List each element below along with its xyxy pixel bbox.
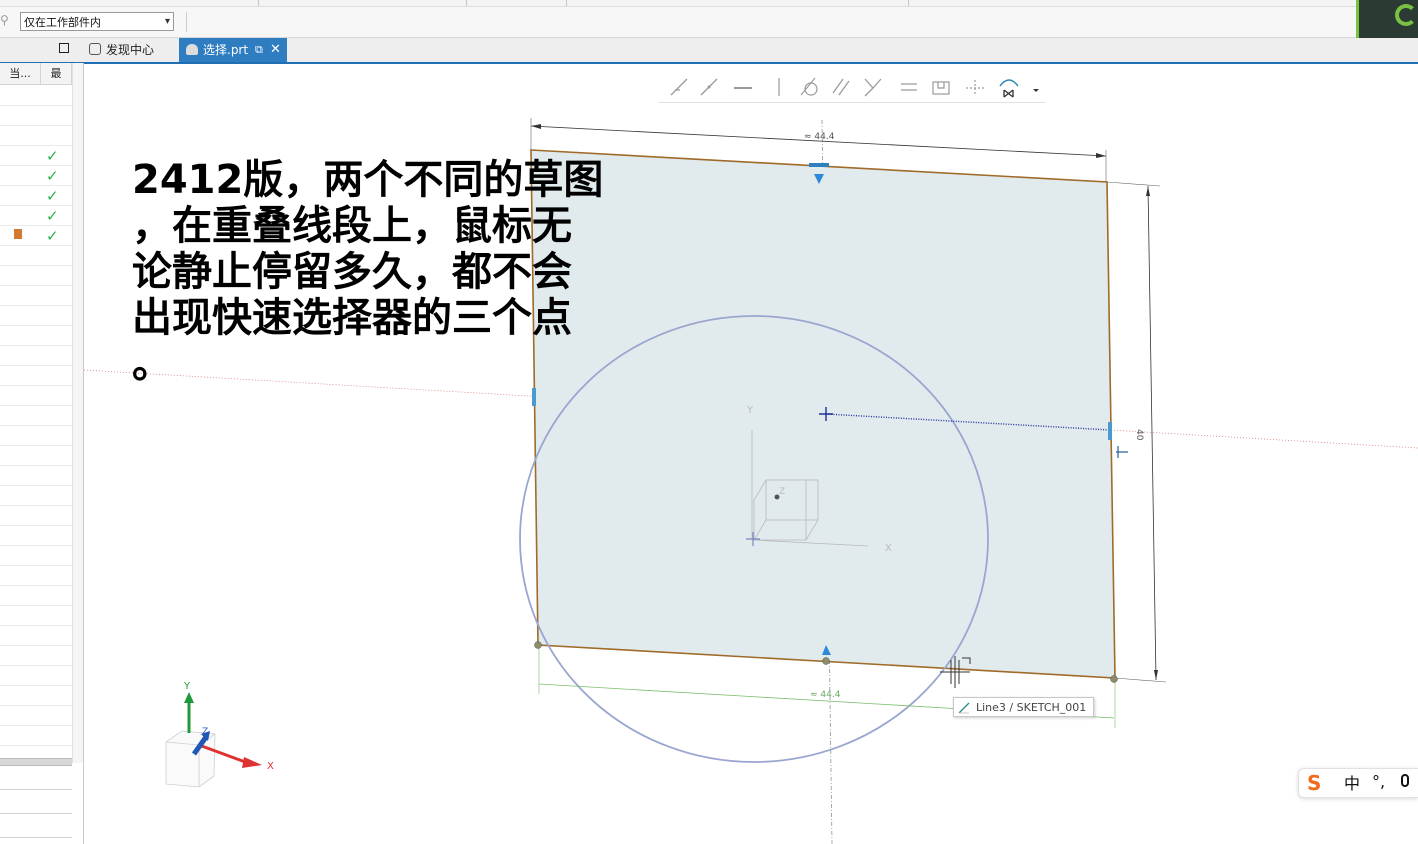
annotation-line: 。 [132,341,172,387]
check-icon: ✓ [46,187,59,205]
triad-y-label: Y [183,681,191,692]
tab-label: 选择.prt [203,43,249,57]
tab-label: 发现中心 [106,43,155,57]
bottom-dimension-value[interactable]: ≈ 44.4 [810,690,841,700]
selection-scope-value: 仅在工作部件内 [24,16,101,29]
home-icon [89,43,101,55]
document-tabs: 发现中心 选择.prt ⧉ ✕ [0,38,1418,64]
ribbon-tabs-strip [0,0,1418,7]
check-icon: ✓ [46,147,59,165]
tab-part-file[interactable]: 选择.prt ⧉ ✕ [179,38,287,62]
ime-toolbar[interactable]: S 中 °, [1298,768,1418,798]
filter-icon: ⚲ [0,13,9,27]
edge-handle-right[interactable] [1108,422,1112,440]
vertex-point[interactable] [1110,675,1118,683]
close-icon[interactable]: ✕ [270,38,281,62]
triad-z-label: Z [202,727,208,737]
feature-icon [14,229,22,239]
tooltip-text: Line3 / SKETCH_001 [976,701,1087,714]
column-current[interactable]: 当... [0,63,41,85]
chevron-down-icon: ▾ [164,16,170,27]
view-triad[interactable]: Y X Z [165,681,274,788]
divider [186,12,187,32]
csys-x-label: X [885,543,892,554]
sogou-logo-icon[interactable]: S [1307,772,1327,794]
selection-filter-bar: ⚲ 仅在工作部件内 ▾ [0,7,1418,38]
annotation-line: 2412版，两个不同的草图 [132,157,604,203]
triad-x-label: X [267,761,274,772]
right-dimension-line[interactable] [1147,185,1157,681]
vertex-point[interactable] [534,641,542,649]
csys-y-label: Y [746,405,754,416]
right-dimension-value[interactable]: 40 [1134,429,1144,441]
part-navigator-panel: 当... 最 ✓ ✓ ✓ ✓ ✓ [0,63,84,844]
column-latest[interactable]: 最 [41,63,72,85]
check-icon: ✓ [46,167,59,185]
ime-punctuation-toggle[interactable]: °, [1372,772,1385,791]
csys-z-label: Z [779,487,785,497]
ime-language-toggle[interactable]: 中 [1344,774,1360,794]
part-icon [186,44,198,55]
vertex-point[interactable] [822,657,830,665]
selection-tooltip: Line3 / SKETCH_001 [953,697,1094,717]
horizontal-constraint-icon [1116,446,1128,458]
annotation-text: 2412版，两个不同的草图 ，在重叠线段上，鼠标无 论静止停留多久，都不会 出现… [132,157,632,387]
check-icon: ✓ [46,227,59,245]
selection-scope-dropdown[interactable]: 仅在工作部件内 ▾ [20,12,174,31]
microphone-icon[interactable] [1401,774,1409,787]
vertical-scrollbar[interactable] [72,63,83,763]
edge-handle-left[interactable] [532,388,536,406]
check-icon: ✓ [46,207,59,225]
recording-icon [1395,4,1417,26]
annotation-line: 出现快速选择器的三个点 [132,295,572,341]
line-icon [958,702,970,714]
popout-icon[interactable]: ⧉ [255,38,263,62]
panel-splitter[interactable] [0,758,72,766]
annotation-line: 论静止停留多久，都不会 [132,249,572,295]
maximize-icon[interactable] [59,43,69,53]
top-dimension-value[interactable]: ≈ 44.4 [804,132,835,142]
tab-discovery-center[interactable]: 发现中心 [84,38,178,62]
annotation-line: ，在重叠线段上，鼠标无 [132,203,572,249]
edge-handle-top[interactable] [809,163,829,167]
